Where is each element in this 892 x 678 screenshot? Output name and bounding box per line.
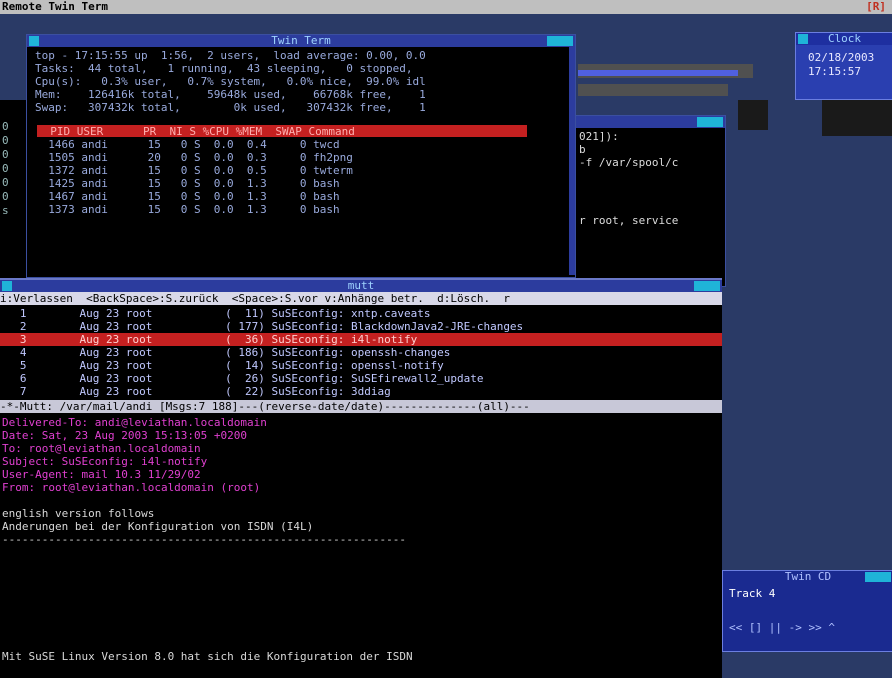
side-line-3: -f /var/spool/c	[579, 156, 679, 169]
mutt-window-buttons-icon[interactable]	[694, 281, 720, 291]
mutt-title: mutt	[347, 279, 375, 292]
cd-controls[interactable]: << [] || -> >> ^	[729, 621, 835, 634]
desktop-menubar[interactable]: Remote Twin Term [R]	[0, 0, 892, 14]
mail-body-line: Mit SuSE Linux Version 8.0 hat sich die …	[2, 650, 413, 663]
top-swap-line: Swap: 307432k total, 0k used, 307432k fr…	[35, 101, 426, 114]
left-strip-char: 0	[2, 148, 9, 161]
top-terminal-window[interactable]: Twin Term top - 17:15:55 up 1:56, 2 user…	[26, 34, 576, 278]
mail-header: To: root@leviathan.localdomain	[2, 442, 201, 455]
cd-track-label: Track 4	[729, 587, 776, 600]
side-line-4: r root, service	[579, 214, 679, 227]
message-row[interactable]: 4 Aug 23 root ( 186) SuSEconfig: openssh…	[0, 346, 722, 359]
top-close-icon[interactable]	[29, 36, 39, 46]
message-row[interactable]: 5 Aug 23 root ( 14) SuSEconfig: openssl-…	[0, 359, 722, 372]
mutt-help-bar: i:Verlassen <BackSpace>:S.zurück <Space>…	[0, 292, 722, 305]
twin-cd-window[interactable]: Twin CD Track 4 << [] || -> >> ^	[722, 570, 892, 652]
process-row: 1373 andi 15 0 S 0.0 1.3 0 bash	[35, 203, 340, 216]
mail-body-line: ----------------------------------------…	[2, 533, 406, 546]
menubar-close-icon[interactable]: [R]	[866, 0, 886, 13]
top-titlebar[interactable]: Twin Term	[27, 34, 575, 47]
top-scrollbar[interactable]	[569, 47, 575, 275]
message-row-selected[interactable]: 3 Aug 23 root ( 36) SuSEconfig: i4l-noti…	[0, 333, 722, 346]
mail-header: User-Agent: mail 10.3 11/29/02	[2, 468, 201, 481]
clock-time: 17:15:57	[808, 65, 861, 78]
process-table-header: PID USER PR NI S %CPU %MEM SWAP Command	[37, 125, 527, 138]
cd-title: Twin CD	[784, 570, 832, 583]
mail-header: From: root@leviathan.localdomain (root)	[2, 481, 261, 494]
top-mem-line: Mem: 126416k total, 59648k used, 66768k …	[35, 88, 426, 101]
message-row[interactable]: 6 Aug 23 root ( 26) SuSEconfig: SuSEfire…	[0, 372, 722, 385]
left-window-strip: 0 0 0 0 0 0 s	[0, 100, 26, 280]
side-line-2: b	[579, 143, 586, 156]
side-line-1: 021]):	[579, 130, 619, 143]
clock-date: 02/18/2003	[808, 51, 875, 64]
top-window-title: Twin Term	[271, 34, 331, 47]
message-row[interactable]: 7 Aug 23 root ( 22) SuSEconfig: 3ddiag	[0, 385, 722, 398]
top-window-buttons-icon[interactable]	[547, 36, 573, 46]
message-row[interactable]: 2 Aug 23 root ( 177) SuSEconfig: Blackdo…	[0, 320, 722, 333]
left-strip-char: 0	[2, 134, 9, 147]
process-row: 1467 andi 15 0 S 0.0 1.3 0 bash	[35, 190, 340, 203]
mutt-close-icon[interactable]	[2, 281, 12, 291]
bg-panel-gray-2	[578, 84, 728, 96]
cd-window-buttons-icon[interactable]	[865, 572, 891, 582]
menubar-title: Remote Twin Term	[2, 0, 108, 13]
bg-panel-blue-bar	[578, 70, 738, 76]
clock-titlebar[interactable]: Clock	[796, 32, 892, 45]
side-terminal-window[interactable]: 021]): b -f /var/spool/c r root, service	[574, 115, 726, 287]
clock-title: Clock	[827, 32, 862, 45]
process-row: 1372 andi 15 0 S 0.0 0.5 0 twterm	[35, 164, 353, 177]
left-strip-char: 0	[2, 190, 9, 203]
mail-body-line: english version follows	[2, 507, 155, 520]
mail-body-line: Anderungen bei der Konfiguration von ISD…	[2, 520, 314, 533]
left-strip-char: 0	[2, 176, 9, 189]
left-strip-char: 0	[2, 162, 9, 175]
mail-header: Date: Sat, 23 Aug 2003 15:13:05 +0200	[2, 429, 248, 442]
left-strip-char: 0	[2, 120, 9, 133]
process-row: 1425 andi 15 0 S 0.0 1.3 0 bash	[35, 177, 340, 190]
top-cpu-line: Cpu(s): 0.3% user, 0.7% system, 0.0% nic…	[35, 75, 426, 88]
mutt-titlebar[interactable]: mutt	[0, 279, 722, 292]
process-row: 1466 andi 15 0 S 0.0 0.4 0 twcd	[35, 138, 340, 151]
top-summary-line: top - 17:15:55 up 1:56, 2 users, load av…	[35, 49, 426, 62]
mail-header: Delivered-To: andi@leviathan.localdomain	[2, 416, 267, 429]
bg-panel-dark-mid	[738, 100, 768, 130]
cd-titlebar[interactable]: Twin CD	[723, 570, 892, 583]
mutt-status-bar: -*-Mutt: /var/mail/andi [Msgs:7 188]---(…	[0, 400, 722, 413]
message-row[interactable]: 1 Aug 23 root ( 11) SuSEconfig: xntp.cav…	[0, 307, 722, 320]
top-tasks-line: Tasks: 44 total, 1 running, 43 sleeping,…	[35, 62, 413, 75]
clock-window[interactable]: Clock 02/18/2003 17:15:57	[795, 32, 892, 100]
left-strip-char: s	[2, 204, 9, 217]
side-titlebar[interactable]	[575, 116, 725, 128]
mail-header: Subject: SuSEconfig: i4l-notify	[2, 455, 208, 468]
bg-panel-dark-right	[822, 100, 892, 136]
mutt-window[interactable]: mutt i:Verlassen <BackSpace>:S.zurück <S…	[0, 278, 722, 678]
side-window-buttons-icon[interactable]	[697, 117, 723, 127]
process-row: 1505 andi 20 0 S 0.0 0.3 0 fh2png	[35, 151, 353, 164]
clock-close-icon[interactable]	[798, 34, 808, 44]
